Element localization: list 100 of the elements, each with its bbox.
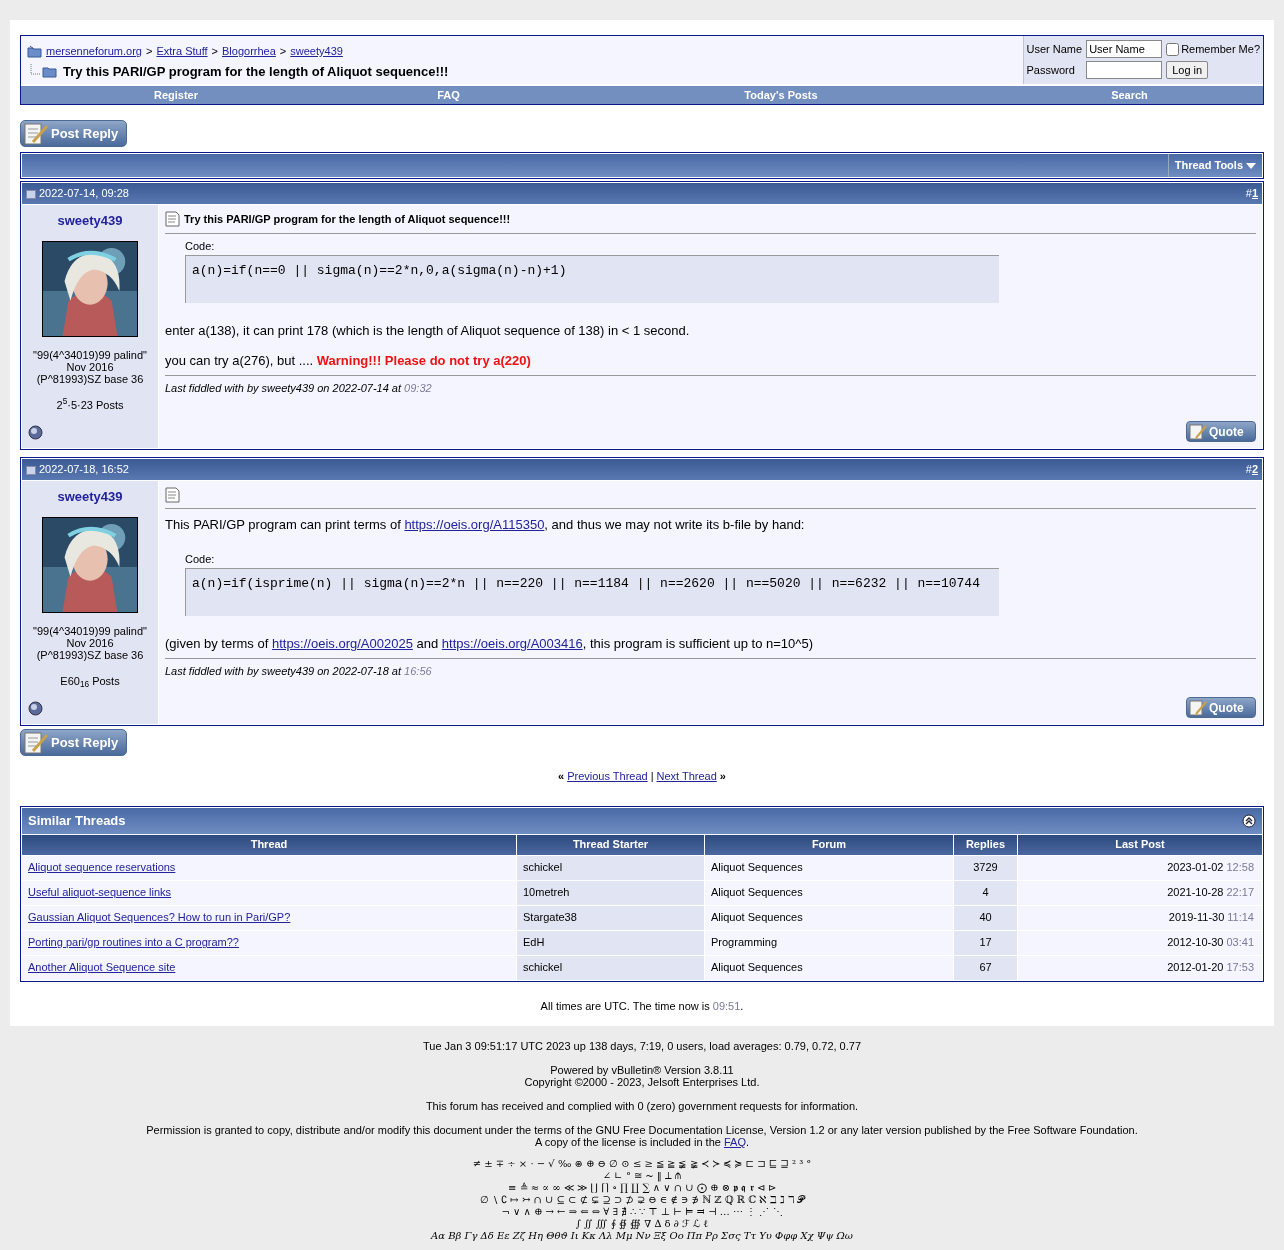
column-header: Thread [22, 834, 516, 855]
notepad-pencil-icon [1188, 698, 1208, 717]
table-cell: 2021-10-28 22:17 [1018, 880, 1262, 905]
symbol-row: ¬ ∨ ∧ ⊕ → ← ⇒ ⇐ ⇔ ∀ ∃ ∄ ∴ ∵ ⊤ ⊥ ⊢ ⊨ ⫤ ⊣ … ⋯ ⋮ ⋰ ⋱ [501, 1206, 783, 1218]
symbol-row: ∠ ∟ ° ≅ ~ ‖ ⟂ ⫛ [602, 1170, 682, 1182]
table-cell: 17 [954, 930, 1017, 955]
code-text: a(n)=if(isprime(n) || sigma(n)==2*n || n==220 || n==1184 || n==2620 || n==5020 || n==6232 || n==10744 [192, 576, 980, 592]
post-text: you can try a(276), but .... Warning!!! Please do not try a(220) [165, 352, 532, 369]
notepad-pencil-icon [23, 121, 49, 146]
breadcrumb-link[interactable]: Blogorrhea [222, 43, 276, 60]
code-label: Code: [185, 239, 216, 253]
post-number[interactable]: #2 [1245, 461, 1258, 478]
notepad-pencil-icon [23, 730, 49, 755]
quote-button[interactable]: Quote [1186, 421, 1256, 442]
collapse-icon[interactable] [1242, 813, 1256, 828]
post-icon [26, 188, 36, 199]
thread-tools-button[interactable]: Thread Tools [1167, 154, 1262, 177]
post-title: Try this PARI/GP program for the length of Aliquot sequence!!! [184, 212, 511, 227]
time-note: All times are UTC. The time now is 09:51. [540, 998, 744, 1014]
breadcrumb-separator: > [279, 44, 287, 59]
password-field[interactable] [1086, 61, 1163, 79]
table-cell: 67 [954, 955, 1017, 980]
server-status: Tue Jan 3 09:51:17 UTC 2023 up 138 days, 7:19, 0 users, load averages: 0.79, 0.72, 0.77 [422, 1040, 862, 1052]
post-reply-button[interactable]: Post Reply [20, 120, 127, 147]
column-header: Replies [954, 834, 1017, 855]
document-icon [165, 211, 180, 228]
symbol-row: Αα Ββ Γγ Δδ Εε Ζζ Ηη Θθϑ Ιι Κκ Λλ Μμ Νν Ξξ Οο Ππ Ρρ Σσς Ττ Υυ Φφφ Χχ Ψψ Ωω [431, 1230, 853, 1242]
section-title: Similar Threads [28, 811, 126, 830]
thread-title: Try this PARI/GP program for the length of Aliquot sequence!!! [63, 62, 449, 81]
post-text: (given by terms of https://oeis.org/A002025 and https://oeis.org/A003416, this program is sufficient up to n=10^5) [165, 636, 814, 652]
post-date: 2022-07-14, 09:28 [39, 186, 129, 202]
oeis-link[interactable]: https://oeis.org/A002025 [271, 636, 413, 651]
symbol-row: ∅ ∖ ∁ ↦ ↣ ∩ ∪ ⊆ ⊂ ⊄ ⊊ ⊇ ⊃ ⊅ ⊋ ⊖ ∈ ∉ ∋ ∌ ℕ ℤ ℚ ℝ ℂ ℵ ℶ ℷ ℸ 𝓟 [479, 1194, 805, 1206]
table-cell: EdH [517, 930, 704, 955]
post-reply-button[interactable]: Post Reply [20, 729, 127, 756]
faq-link[interactable]: FAQ [723, 1136, 746, 1148]
username-link[interactable]: sweety439 [57, 487, 123, 507]
table-cell: 2019-11-30 11:14 [1018, 905, 1262, 930]
license-text: Permission is granted to copy, distribute and/or modify this document under the terms of the GNU Free Documentation License, Version 1.2 or any later version published by the Free Software Foundation. [146, 1124, 1138, 1136]
edit-note: Last fiddled with by sweety439 on 2022-07-14 at 09:32 [165, 374, 1256, 395]
post-number[interactable]: #1 [1245, 185, 1258, 202]
username-link[interactable]: sweety439 [57, 211, 123, 231]
notice-text: This forum has received and complied with 0 (zero) government requests for information. [425, 1100, 859, 1112]
breadcrumb-link[interactable]: sweety439 [290, 43, 343, 60]
table-cell: Aliquot Sequences [705, 880, 953, 905]
table-cell: schickel [517, 855, 704, 880]
table-cell: Programming [705, 930, 953, 955]
user-info: Nov 2016 [66, 360, 114, 373]
symbol-row: ≡ ≜ ≈ ∝ ∞ ≪ ≫ ⌊⌋ ⌈⌉ ∘ ∏ ∐ ∑ ∧ ∨ ∩ ∪ ⨀ ⊕ ⊗ 𝖕 𝖖 𝖗 ⊲ ⊳ [508, 1182, 776, 1194]
table-cell: 4 [954, 880, 1017, 905]
username-field[interactable]: User Name [1086, 40, 1163, 58]
user-info: (P^81993)SZ base 36 [36, 648, 144, 661]
table-cell: 10metreh [517, 880, 704, 905]
nav-quote-mark: » [719, 769, 726, 784]
reply-arrow-icon [29, 64, 59, 79]
user-info: Nov 2016 [66, 636, 114, 649]
code-text: a(n)=if(n==0 || sigma(n)==2*n,0,a(sigma(n)-n)+1) [192, 262, 567, 279]
table-cell: Aliquot Sequences [705, 905, 953, 930]
oeis-link[interactable]: https://oeis.org/A003416 [441, 636, 583, 651]
column-header: Thread Starter [517, 834, 704, 855]
breadcrumb-link[interactable]: mersenneforum.org [46, 43, 142, 60]
table-cell: 3729 [954, 855, 1017, 880]
post-icon [26, 464, 36, 475]
previous-thread-link[interactable]: Previous Thread [567, 768, 648, 785]
post-text: This PARI/GP program can print terms of https://oeis.org/A115350, and thus we may not write its b-file by hand: [165, 517, 806, 533]
user-info: "99(4^34019)99 palind" [33, 348, 147, 361]
separator: | [650, 769, 654, 784]
dropdown-caret-icon [1246, 161, 1256, 170]
folder-icon [27, 44, 42, 58]
login-button[interactable]: Log in [1166, 61, 1209, 79]
next-thread-link[interactable]: Next Thread [656, 768, 717, 785]
license-text: A copy of the license is included in the FAQ. [535, 1136, 749, 1148]
post-date: 2022-07-18, 16:52 [39, 462, 129, 478]
post-count: E60$_{16}$ Posts [60, 673, 120, 689]
document-icon [165, 487, 180, 503]
table-cell: schickel [517, 955, 704, 980]
copyright-text: Copyright ©2000 - 2023, Jelsoft Enterprises Ltd. [524, 1076, 760, 1088]
checkbox-label: Remember Me? [1181, 41, 1260, 57]
user-info: (P^81993)SZ base 36 [36, 372, 144, 385]
symbol-row: ∫ ∬ ∭ ∮ ∯ ∰ ∇ ∆ δ ∂ ℱ ℒ ℓ [575, 1218, 709, 1230]
breadcrumb-separator: > [211, 44, 219, 59]
post-count: 2$^{5}$·5·23 Posts [56, 396, 124, 413]
user-info: "99(4^34019)99 palind" [33, 624, 147, 637]
table-cell: 2012-10-30 03:41 [1018, 930, 1262, 955]
table-cell: Aliquot Sequences [705, 955, 953, 980]
quote-button[interactable]: Quote [1186, 697, 1256, 718]
breadcrumb-link[interactable]: Extra Stuff [156, 43, 208, 60]
breadcrumb-separator: > [146, 44, 153, 59]
column-header: Last Post [1018, 834, 1262, 855]
thread-link[interactable]: Useful aliquot-sequence links [28, 884, 172, 901]
table-cell: Stargate38 [517, 905, 704, 930]
field-label: User Name [1026, 41, 1083, 57]
table-cell: 2012-01-20 17:53 [1018, 955, 1262, 980]
table-cell: 40 [954, 905, 1017, 930]
remember-checkbox[interactable] [1166, 42, 1180, 56]
field-label: Password [1026, 62, 1076, 78]
status-icon [28, 425, 43, 440]
edit-note: Last fiddled with by sweety439 on 2022-07-18 at 16:56 [165, 658, 1256, 678]
notepad-pencil-icon [1188, 422, 1208, 441]
table-cell: 2023-01-02 12:58 [1018, 855, 1262, 880]
